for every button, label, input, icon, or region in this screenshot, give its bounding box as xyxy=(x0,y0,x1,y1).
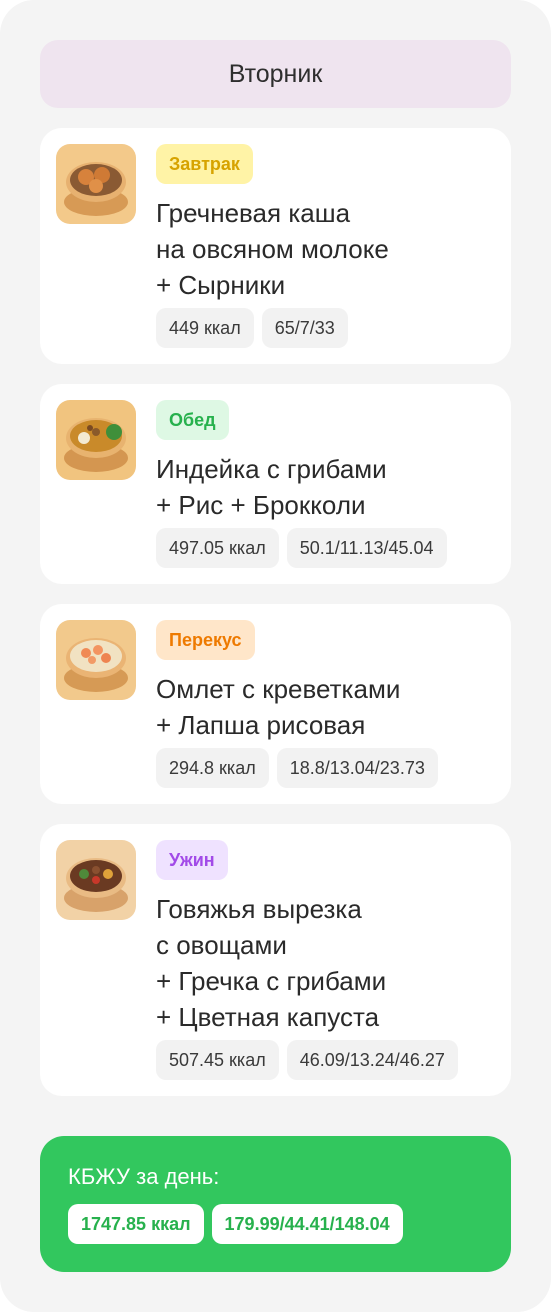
meal-title: Говяжья вырезка с овощами + Гречка с гри… xyxy=(156,894,387,1032)
summary-kcal-chip: 1747.85 ккал xyxy=(68,1204,204,1244)
meal-type-label: Ужин xyxy=(169,849,215,870)
turkey-rice-broccoli-dish-icon xyxy=(56,400,136,480)
meal-card-lunch[interactable]: Обед Индейка с грибами + Рис + Брокколи … xyxy=(40,384,511,584)
shrimp-omelette-noodles-dish-icon xyxy=(56,620,136,700)
summary-title: КБЖУ за день: xyxy=(68,1164,220,1189)
meal-card-snack[interactable]: Перекус Омлет с креветками + Лапша рисов… xyxy=(40,604,511,804)
kcal-chip: 507.45 ккал xyxy=(156,1040,279,1080)
meal-type-tag: Обед xyxy=(156,400,229,440)
meal-title: Гречневая каша на овсяном молоке + Сырни… xyxy=(156,198,389,300)
kcal-chip: 294.8 ккал xyxy=(156,748,269,788)
nutrition-chips: 449 ккал 65/7/33 xyxy=(156,308,348,348)
summary-chips: 1747.85 ккал 179.99/44.41/148.04 xyxy=(68,1204,403,1244)
summary-macros-chip: 179.99/44.41/148.04 xyxy=(211,1204,403,1244)
kcal-chip: 449 ккал xyxy=(156,308,254,348)
meal-card-dinner[interactable]: Ужин Говяжья вырезка с овощами + Гречка … xyxy=(40,824,511,1096)
nutrition-chips: 507.45 ккал 46.09/13.24/46.27 xyxy=(156,1040,458,1080)
meal-title: Индейка с грибами + Рис + Брокколи xyxy=(156,454,387,520)
meal-type-label: Обед xyxy=(169,409,216,430)
daily-summary-card: КБЖУ за день: 1747.85 ккал 179.99/44.41/… xyxy=(40,1136,511,1272)
daily-menu-panel: Вторник Завтрак Гречневая каша на овсяно… xyxy=(0,0,551,1312)
meal-type-tag: Ужин xyxy=(156,840,228,880)
buckwheat-syrniki-dish-icon xyxy=(56,144,136,224)
nutrition-chips: 497.05 ккал 50.1/11.13/45.04 xyxy=(156,528,447,568)
nutrition-chips: 294.8 ккал 18.8/13.04/23.73 xyxy=(156,748,438,788)
meal-type-label: Перекус xyxy=(169,629,242,650)
meal-type-label: Завтрак xyxy=(169,153,240,174)
macros-chip: 65/7/33 xyxy=(261,308,348,348)
macros-chip: 46.09/13.24/46.27 xyxy=(286,1040,458,1080)
meal-type-tag: Перекус xyxy=(156,620,255,660)
meal-card-breakfast[interactable]: Завтрак Гречневая каша на овсяном молоке… xyxy=(40,128,511,364)
day-header: Вторник xyxy=(40,40,511,108)
day-title: Вторник xyxy=(228,59,323,88)
beef-vegetables-dish-icon xyxy=(56,840,136,920)
macros-chip: 18.8/13.04/23.73 xyxy=(276,748,438,788)
meal-type-tag: Завтрак xyxy=(156,144,253,184)
kcal-chip: 497.05 ккал xyxy=(156,528,279,568)
meal-title: Омлет с креветками + Лапша рисовая xyxy=(156,674,401,740)
macros-chip: 50.1/11.13/45.04 xyxy=(286,528,447,568)
